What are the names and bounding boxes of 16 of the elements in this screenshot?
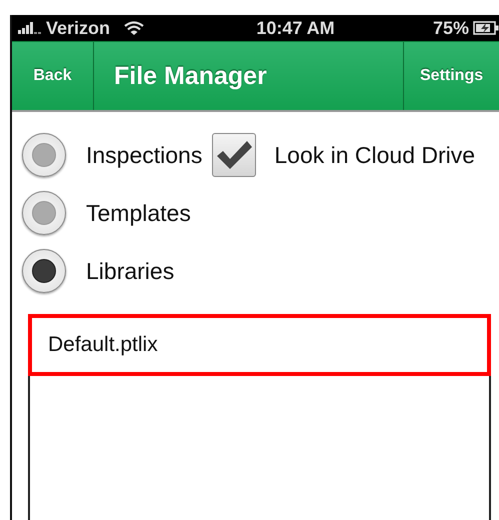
radio-button[interactable]: [22, 191, 66, 235]
wifi-icon: [124, 20, 144, 36]
radio-button[interactable]: [22, 133, 66, 177]
radio-label: Libraries: [86, 258, 174, 284]
signal-icon: [18, 22, 42, 34]
checkbox[interactable]: [212, 133, 256, 177]
battery-percent: 75%: [432, 18, 469, 38]
radio-label: Templates: [86, 200, 191, 226]
clock-time: 10:47 AM: [256, 18, 335, 38]
carrier-name: Verizon: [46, 18, 110, 38]
radio-button[interactable]: [22, 249, 66, 293]
battery-icon: [473, 21, 499, 35]
file-item[interactable]: Default.ptlix: [28, 314, 491, 376]
checkbox-label: Look in Cloud Drive: [274, 142, 476, 168]
screen-title: File Manager: [113, 62, 267, 90]
radio-label: Inspections: [86, 142, 202, 168]
